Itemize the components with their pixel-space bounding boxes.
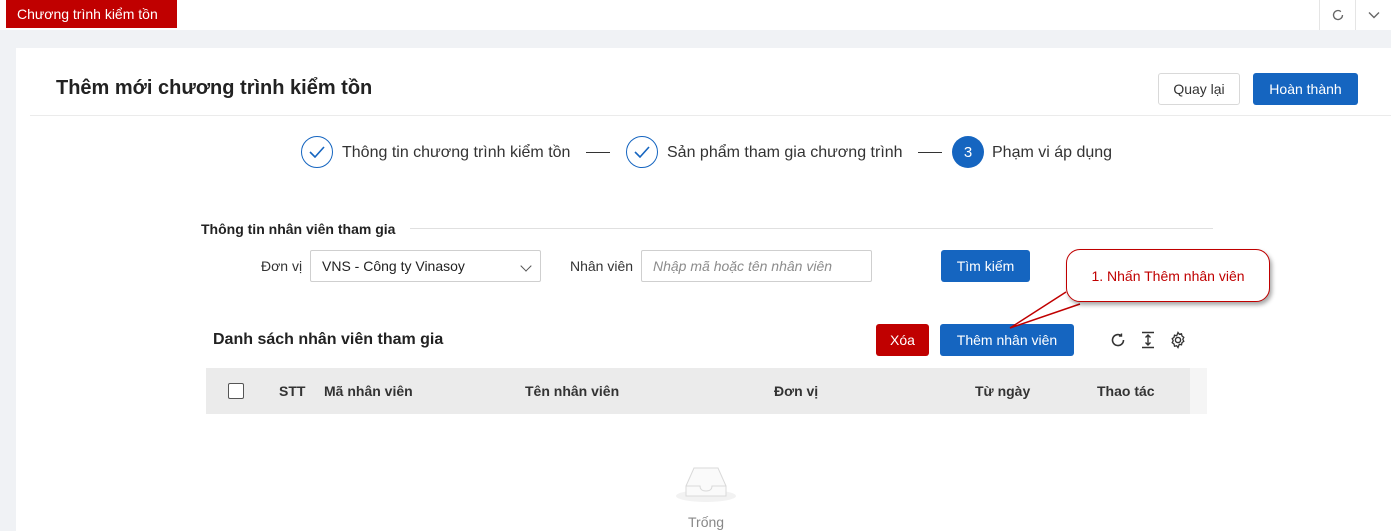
list-title: Danh sách nhân viên tham gia (213, 331, 444, 348)
filter-section-title: Thông tin nhân viên tham gia (201, 221, 396, 237)
step-3-number: 3 (952, 136, 984, 168)
finish-button[interactable]: Hoàn thành (1253, 73, 1358, 105)
column-header-actions: Thao tác (1097, 383, 1155, 399)
step-1-label: Thông tin chương trình kiểm tồn (342, 144, 571, 161)
delete-button[interactable]: Xóa (876, 324, 929, 356)
step-2-check-icon (626, 136, 658, 168)
column-header-employee-name: Tên nhân viên (525, 383, 620, 399)
reload-icon[interactable] (1108, 330, 1128, 350)
table-header: STT Mã nhân viên Tên nhân viên Đơn vị Từ… (206, 368, 1190, 414)
step-connector-2 (918, 152, 942, 153)
back-button[interactable]: Quay lại (1158, 73, 1240, 105)
empty-inbox-icon (674, 462, 738, 509)
page-title: Thêm mới chương trình kiểm tồn (56, 77, 373, 99)
refresh-icon[interactable] (1319, 0, 1355, 30)
empty-state-text: Trống (688, 514, 725, 530)
column-header-unit: Đơn vị (774, 383, 819, 399)
header-divider (30, 115, 1391, 116)
chevron-down-icon[interactable] (1355, 0, 1391, 30)
column-header-stt: STT (279, 383, 306, 399)
search-button[interactable]: Tìm kiếm (941, 250, 1030, 282)
employee-search-input[interactable] (641, 250, 872, 282)
column-height-icon[interactable] (1138, 330, 1158, 350)
unit-select-value: VNS - Công ty Vinasoy (322, 258, 465, 274)
tutorial-callout: 1. Nhấn Thêm nhân viên (1066, 249, 1270, 302)
employee-label: Nhân viên (570, 258, 634, 274)
chevron-down-icon (520, 260, 532, 272)
select-all-checkbox[interactable] (228, 383, 244, 399)
column-header-from-date: Từ ngày (975, 383, 1031, 399)
tab-tools (1319, 0, 1391, 30)
step-1-check-icon (301, 136, 333, 168)
table-scrollbar-gutter (1190, 368, 1207, 414)
unit-select[interactable]: VNS - Công ty Vinasoy (310, 250, 541, 282)
tab-chuong-trinh-kiem-ton[interactable]: Chương trình kiểm tồn (6, 0, 177, 28)
tab-bar: Chương trình kiểm tồn (0, 0, 1391, 30)
step-2-label: Sản phẩm tham gia chương trình (667, 144, 903, 161)
step-3-label: Phạm vi áp dụng (992, 144, 1113, 161)
column-header-employee-code: Mã nhân viên (324, 383, 413, 399)
filter-section-divider (410, 228, 1213, 229)
settings-gear-icon[interactable] (1168, 330, 1188, 350)
unit-label: Đơn vị (261, 258, 303, 274)
step-connector-1 (586, 152, 610, 153)
